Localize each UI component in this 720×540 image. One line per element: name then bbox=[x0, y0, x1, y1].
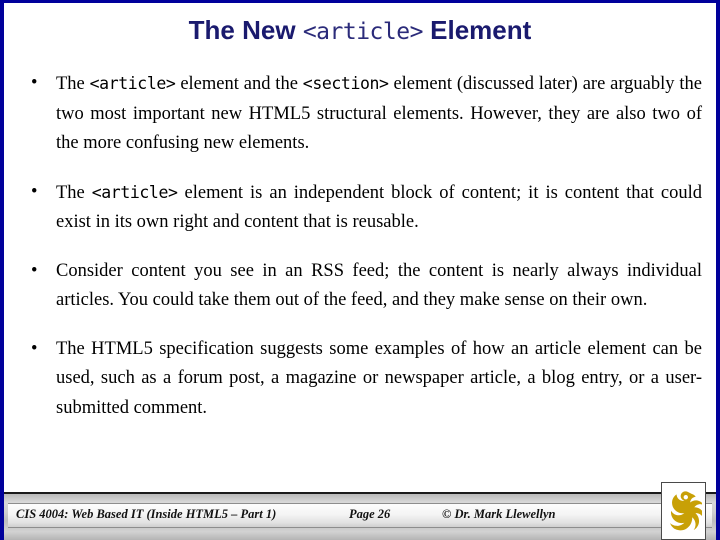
slide-canvas: The New <article> Element • The <article… bbox=[0, 0, 720, 540]
footer-page-number: Page 26 bbox=[349, 507, 391, 521]
list-item-text: The <article> element is an independent … bbox=[56, 178, 702, 238]
bullet-list: • The <article> element and the <section… bbox=[22, 69, 702, 423]
list-item-text: The <article> element and the <section> … bbox=[56, 69, 702, 159]
list-item-text: The HTML5 specification suggests some ex… bbox=[56, 338, 702, 418]
bullet-marker-icon: • bbox=[31, 338, 38, 359]
list-item: • The HTML5 specification suggests some … bbox=[22, 335, 702, 424]
list-item: • The <article> element and the <section… bbox=[22, 69, 702, 159]
bullet-marker-icon: • bbox=[31, 260, 38, 281]
title-suffix: Element bbox=[422, 15, 532, 45]
text-run: The bbox=[56, 182, 92, 203]
code-run-article: <article> bbox=[91, 182, 178, 202]
title-prefix: The New bbox=[188, 15, 303, 45]
list-item-text: Consider content you see in an RSS feed;… bbox=[56, 260, 702, 311]
ucf-pegasus-logo-icon bbox=[669, 491, 702, 531]
page-title: The New <article> Element bbox=[4, 15, 716, 46]
bullet-marker-icon: • bbox=[31, 181, 38, 202]
list-item: • The <article> element is an independen… bbox=[22, 178, 702, 238]
text-run: The bbox=[56, 74, 90, 94]
logo-container bbox=[661, 482, 706, 540]
code-run-article: <article> bbox=[89, 74, 176, 93]
footer-strip: CIS 4004: Web Based IT (Inside HTML5 – P… bbox=[8, 503, 712, 528]
bullet-marker-icon: • bbox=[31, 73, 38, 93]
title-code-article: <article> bbox=[302, 19, 424, 45]
footer-copyright: © Dr. Mark Llewellyn bbox=[442, 507, 556, 521]
code-run-section: <section> bbox=[302, 74, 389, 93]
text-run: element and the bbox=[175, 74, 303, 94]
list-item: • Consider content you see in an RSS fee… bbox=[22, 257, 702, 316]
footer-course-label: CIS 4004: Web Based IT (Inside HTML5 – P… bbox=[16, 507, 277, 521]
slide-footer: CIS 4004: Web Based IT (Inside HTML5 – P… bbox=[4, 482, 716, 540]
